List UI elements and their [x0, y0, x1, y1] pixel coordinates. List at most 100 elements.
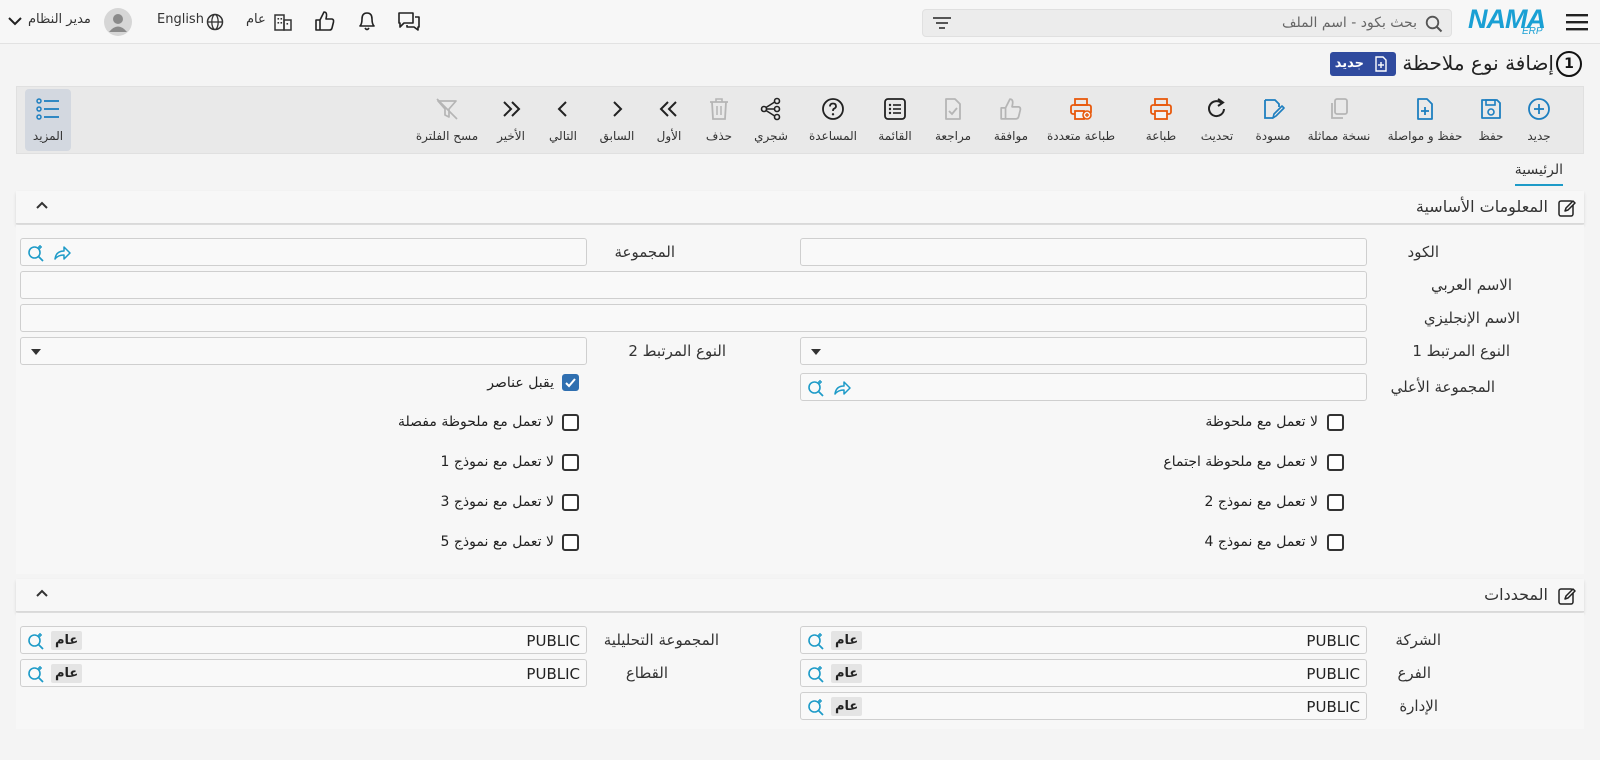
- department-value: PUBLIC: [1306, 698, 1360, 716]
- edit-icon: [1558, 199, 1576, 217]
- globe-icon[interactable]: [206, 13, 224, 31]
- accepts-elements-label: يقبل عناصر: [487, 375, 554, 391]
- chevron-up-icon[interactable]: [36, 201, 48, 209]
- hamburger-menu-icon[interactable]: [1566, 12, 1588, 32]
- analytic-group-field[interactable]: PUBLIC عام: [20, 626, 587, 654]
- company-value: PUBLIC: [1306, 632, 1360, 650]
- checkbox-no-note[interactable]: [1327, 414, 1344, 431]
- checkbox-no-form-4[interactable]: [1327, 534, 1344, 551]
- file-plus-icon: [1413, 97, 1437, 121]
- more-label: المزيد: [32, 129, 64, 143]
- thumbs-up-icon[interactable]: [314, 10, 336, 32]
- analytic-group-tag: عام: [51, 631, 83, 650]
- logo[interactable]: NAMA ERP: [1468, 4, 1552, 38]
- search-add-icon[interactable]: [27, 244, 45, 262]
- review-button[interactable]: مراجعة: [933, 93, 973, 149]
- related-type1-select[interactable]: [800, 337, 1367, 365]
- draft-button[interactable]: مسودة: [1253, 93, 1293, 149]
- company-label: الشركة: [1395, 631, 1441, 649]
- help-button[interactable]: المساعدة: [809, 93, 857, 149]
- checkbox-no-form-5[interactable]: [562, 534, 579, 551]
- chat-icon[interactable]: [397, 10, 421, 32]
- previous-button[interactable]: السابق: [599, 93, 635, 149]
- no-note-label: لا تعمل مع ملحوظة: [1205, 414, 1318, 430]
- refresh-button[interactable]: تحديث: [1197, 93, 1237, 149]
- logo-sub: ERP: [1522, 26, 1543, 37]
- company-field[interactable]: PUBLIC عام: [800, 626, 1367, 654]
- search-input[interactable]: بحث بكود - اسم الملف: [922, 9, 1452, 37]
- basic-info-section-header[interactable]: المعلومات الأساسية: [16, 191, 1584, 224]
- approve-button[interactable]: موافقة: [991, 93, 1031, 149]
- search-add-icon[interactable]: [807, 379, 825, 397]
- analytic-group-label: المجموعة التحليلية: [603, 631, 719, 649]
- chevron-up-icon[interactable]: [36, 589, 48, 597]
- clear-filter-button[interactable]: مسح الفلترة: [416, 93, 478, 149]
- tree-icon: [759, 97, 783, 121]
- multi-print-icon: [1069, 97, 1093, 121]
- save-button[interactable]: حفظ: [1471, 93, 1511, 149]
- toolbar: المزيد جديد حفظ حفظ و مواصلة نسخة مماثلة…: [16, 86, 1584, 154]
- review-icon: [941, 97, 965, 121]
- save-continue-label: حفظ و مواصلة: [1387, 129, 1463, 143]
- department-field[interactable]: PUBLIC عام: [800, 692, 1367, 720]
- no-form-5-label: لا تعمل مع نموذج 5: [440, 534, 555, 550]
- group-field[interactable]: [20, 238, 587, 266]
- related-type2-select[interactable]: [20, 337, 587, 365]
- department-label: الإدارة: [1399, 697, 1438, 715]
- clear-filter-label: مسح الفلترة: [415, 129, 479, 143]
- sector-field[interactable]: PUBLIC عام: [20, 659, 587, 687]
- no-form-4-label: لا تعمل مع نموذج 4: [1204, 534, 1319, 550]
- checkbox-no-form-3[interactable]: [562, 494, 579, 511]
- search-add-icon[interactable]: [807, 698, 825, 716]
- arabic-name-label: الاسم العربي: [1431, 276, 1512, 294]
- more-button[interactable]: المزيد: [25, 89, 71, 151]
- checkbox-no-detailed-note[interactable]: [562, 414, 579, 431]
- checkbox-no-meeting-note[interactable]: [1327, 454, 1344, 471]
- badge-label: جديد: [1334, 56, 1364, 71]
- sector-value: PUBLIC: [526, 665, 580, 683]
- plus-circle-icon: [1527, 97, 1551, 121]
- top-bar: NAMA ERP بحث بكود - اسم الملف مدير النظا…: [0, 0, 1600, 44]
- first-button[interactable]: الأول: [651, 93, 687, 149]
- search-add-icon[interactable]: [807, 632, 825, 650]
- building-icon[interactable]: [273, 12, 293, 32]
- share-icon[interactable]: [53, 244, 71, 262]
- share-icon[interactable]: [833, 379, 851, 397]
- multi-print-button[interactable]: طباعة متعددة: [1041, 93, 1121, 149]
- parent-group-label: المجموعة الأعلي: [1390, 378, 1495, 396]
- print-button[interactable]: طباعة: [1141, 93, 1181, 149]
- file-plus-icon: [1374, 56, 1388, 72]
- branch-tag: عام: [831, 664, 863, 683]
- filter-icon[interactable]: [933, 16, 951, 30]
- analytic-group-value: PUBLIC: [526, 632, 580, 650]
- bell-icon[interactable]: [356, 10, 378, 32]
- user-name[interactable]: مدير النظام: [28, 12, 91, 27]
- chevron-down-icon[interactable]: [8, 16, 22, 26]
- duplicate-button[interactable]: نسخة مماثلة: [1308, 93, 1370, 149]
- search-add-icon[interactable]: [27, 665, 45, 683]
- save-continue-button[interactable]: حفظ و مواصلة: [1388, 93, 1462, 149]
- list-button[interactable]: القائمة: [875, 93, 915, 149]
- parent-group-field[interactable]: [800, 373, 1367, 401]
- language-switch[interactable]: English: [157, 12, 204, 27]
- arabic-name-field[interactable]: [20, 271, 1367, 299]
- refresh-icon: [1205, 97, 1229, 121]
- scope-label[interactable]: عام: [246, 12, 266, 27]
- checkbox-no-form-1[interactable]: [562, 454, 579, 471]
- last-button[interactable]: الأخير: [493, 93, 529, 149]
- dimensions-section-header[interactable]: المحددات: [16, 579, 1584, 612]
- accepts-elements-checkbox[interactable]: [562, 374, 579, 391]
- tab-main[interactable]: الرئيسية: [1514, 162, 1563, 186]
- last-icon: [499, 97, 523, 121]
- print-icon: [1149, 97, 1173, 121]
- english-name-field[interactable]: [20, 304, 1367, 332]
- branch-field[interactable]: PUBLIC عام: [800, 659, 1367, 687]
- search-add-icon[interactable]: [807, 665, 825, 683]
- next-button[interactable]: التالي: [545, 93, 581, 149]
- checkbox-no-form-2[interactable]: [1327, 494, 1344, 511]
- no-form-1-label: لا تعمل مع نموذج 1: [440, 454, 555, 470]
- avatar[interactable]: [104, 8, 132, 36]
- code-field[interactable]: [800, 238, 1367, 266]
- search-add-icon[interactable]: [27, 632, 45, 650]
- search-icon: [1425, 15, 1443, 33]
